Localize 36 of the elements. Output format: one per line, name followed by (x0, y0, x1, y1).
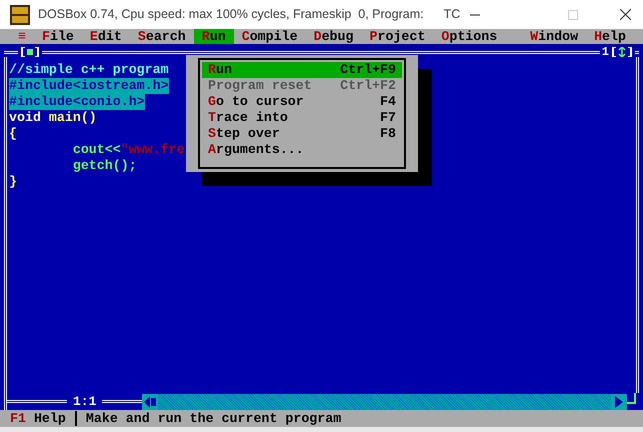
code-comment: //simple c++ program (9, 62, 169, 78)
menu-item[interactable]: Search (130, 29, 194, 44)
zoom-box-icon[interactable] (611, 47, 633, 57)
menu-item[interactable]: File (34, 29, 82, 44)
menu-item[interactable]: Debug (306, 29, 362, 44)
window-title: DOSBox 0.74, Cpu speed: max 100% cycles, Frameskip 0, Program: (38, 6, 424, 24)
code-text: "www.fre (120, 142, 185, 158)
menu-item[interactable]: Compile (234, 29, 306, 44)
status-hint: Make and run the current program (86, 410, 342, 428)
menu-item[interactable]: Project (361, 29, 434, 44)
cursor-position: 1:1 (72, 392, 98, 411)
code-text: { (9, 126, 17, 142)
menu-option[interactable]: Arguments... (202, 142, 402, 158)
code-text: main() (48, 110, 97, 126)
program-name: TC (444, 6, 460, 24)
code-text: #include<conio.h> (9, 94, 145, 110)
menu-option[interactable]: Trace into F7 (202, 110, 402, 126)
horizontal-scrollbar[interactable] (142, 394, 627, 410)
menu-item[interactable]: Options (433, 29, 506, 44)
menu-option[interactable]: Run Ctrl+F9 (202, 62, 402, 78)
window-number: 1 (602, 47, 609, 57)
code-text: getch(); (72, 158, 137, 174)
close-icon[interactable] (620, 9, 631, 20)
code-text: cout<< (72, 142, 121, 158)
code-text: #include<iostream.h> (9, 78, 169, 94)
menu-item[interactable]: Help (586, 29, 634, 44)
code-text: void (9, 110, 41, 126)
close-box-icon[interactable] (20, 47, 40, 57)
code-text: } (9, 174, 17, 190)
menu-item[interactable]: Edit (82, 29, 130, 44)
help-key[interactable]: F1 Help (10, 408, 66, 428)
app-logo-icon (10, 4, 30, 24)
menu-item[interactable]: Window (522, 29, 586, 44)
menu-option[interactable]: Go to cursor F4 (202, 94, 402, 110)
menu-item[interactable]: Run (194, 29, 234, 44)
menu-option[interactable]: Step over F8 (202, 126, 402, 142)
